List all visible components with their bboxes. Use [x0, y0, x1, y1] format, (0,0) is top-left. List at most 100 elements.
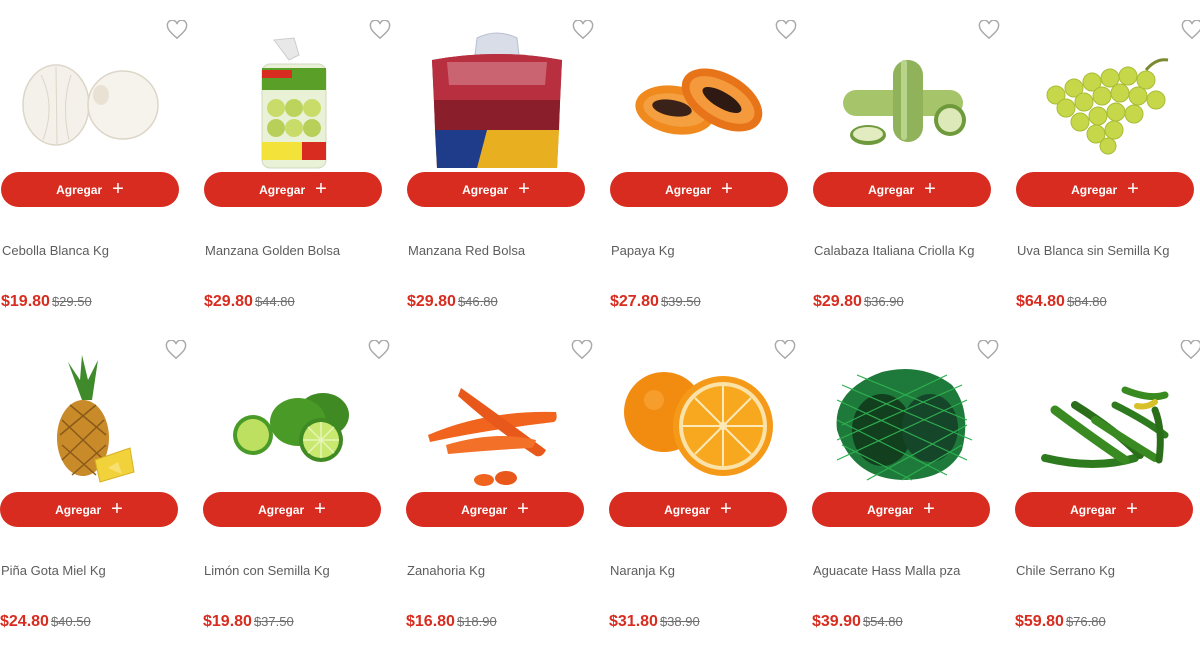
product-name[interactable]: Zanahoria Kg [407, 563, 485, 578]
product-card: Agregar + Limón con Semilla Kg $19.80 $37.… [203, 320, 393, 640]
product-name[interactable]: Cebolla Blanca Kg [2, 243, 109, 258]
golden-apple-bag-image[interactable] [204, 30, 382, 170]
current-price: $29.80 [407, 293, 456, 310]
original-price: $37.50 [253, 614, 294, 629]
add-to-cart-button[interactable]: Agregar + [0, 492, 178, 527]
add-button-label: Agregar [461, 502, 508, 517]
add-button-label: Agregar [259, 182, 306, 197]
add-to-cart-button[interactable]: Agregar + [1, 172, 179, 207]
product-name[interactable]: Limón con Semilla Kg [204, 563, 330, 578]
add-button-label: Agregar [867, 502, 914, 517]
current-price: $29.80 [813, 293, 862, 310]
current-price: $19.80 [1, 293, 50, 310]
price-row: $24.80 $40.50 [0, 613, 91, 631]
plus-icon: + [720, 497, 732, 520]
plus-icon: + [923, 497, 935, 520]
product-name[interactable]: Chile Serrano Kg [1016, 563, 1115, 578]
price-row: $39.90 $54.80 [812, 613, 903, 631]
add-to-cart-button[interactable]: Agregar + [609, 492, 787, 527]
pineapple-image[interactable] [0, 350, 178, 490]
add-to-cart-button[interactable]: Agregar + [203, 492, 381, 527]
product-card: Agregar + Piña Gota Miel Kg $24.80 $40.50 [0, 320, 190, 640]
add-button-label: Agregar [462, 182, 509, 197]
plus-icon: + [1126, 497, 1138, 520]
add-to-cart-button[interactable]: Agregar + [1015, 492, 1193, 527]
add-button-label: Agregar [1070, 502, 1117, 517]
product-grid: Agregar + Cebolla Blanca Kg $19.80 $29.50 … [0, 0, 1200, 646]
add-to-cart-button[interactable]: Agregar + [204, 172, 382, 207]
product-name[interactable]: Calabaza Italiana Criolla Kg [814, 243, 974, 258]
add-button-label: Agregar [1071, 182, 1118, 197]
add-to-cart-button[interactable]: Agregar + [407, 172, 585, 207]
product-name[interactable]: Manzana Golden Bolsa [205, 243, 340, 258]
current-price: $16.80 [406, 613, 455, 630]
original-price: $29.50 [51, 294, 92, 309]
price-row: $64.80 $84.80 [1016, 293, 1107, 311]
price-row: $59.80 $76.80 [1015, 613, 1106, 631]
price-row: $16.80 $18.90 [406, 613, 497, 631]
price-row: $31.80 $38.90 [609, 613, 700, 631]
product-name[interactable]: Uva Blanca sin Semilla Kg [1017, 243, 1169, 258]
current-price: $59.80 [1015, 613, 1064, 630]
current-price: $29.80 [204, 293, 253, 310]
original-price: $84.80 [1066, 294, 1107, 309]
product-card: Agregar + Zanahoria Kg $16.80 $18.90 [406, 320, 596, 640]
add-to-cart-button[interactable]: Agregar + [813, 172, 991, 207]
product-card: Agregar + Uva Blanca sin Semilla Kg $64.8… [1016, 0, 1200, 320]
current-price: $64.80 [1016, 293, 1065, 310]
plus-icon: + [112, 177, 124, 200]
product-name[interactable]: Piña Gota Miel Kg [1, 563, 106, 578]
product-card: Agregar + Manzana Golden Bolsa $29.80 $44.… [204, 0, 394, 320]
product-name[interactable]: Naranja Kg [610, 563, 675, 578]
original-price: $46.80 [457, 294, 498, 309]
product-name[interactable]: Manzana Red Bolsa [408, 243, 525, 258]
product-card: Agregar + Cebolla Blanca Kg $19.80 $29.50 [1, 0, 191, 320]
original-price: $40.50 [50, 614, 91, 629]
orange-image[interactable] [609, 350, 787, 490]
plus-icon: + [924, 177, 936, 200]
onion-image[interactable] [1, 30, 179, 170]
add-button-label: Agregar [55, 502, 102, 517]
add-to-cart-button[interactable]: Agregar + [1016, 172, 1194, 207]
papaya-image[interactable] [610, 30, 788, 170]
product-name[interactable]: Aguacate Hass Malla pza [813, 563, 960, 578]
plus-icon: + [518, 177, 530, 200]
add-to-cart-button[interactable]: Agregar + [812, 492, 990, 527]
product-card: Agregar + Aguacate Hass Malla pza $39.90 $… [812, 320, 1002, 640]
red-apple-bag-image[interactable] [407, 30, 585, 170]
product-card: Agregar + Manzana Red Bolsa $29.80 $46.80 [407, 0, 597, 320]
zucchini-image[interactable] [813, 30, 991, 170]
current-price: $39.90 [812, 613, 861, 630]
add-to-cart-button[interactable]: Agregar + [406, 492, 584, 527]
price-row: $29.80 $36.90 [813, 293, 904, 311]
add-button-label: Agregar [665, 182, 712, 197]
original-price: $38.90 [659, 614, 700, 629]
product-card: Agregar + Papaya Kg $27.80 $39.50 [610, 0, 800, 320]
price-row: $19.80 $29.50 [1, 293, 92, 311]
original-price: $54.80 [862, 614, 903, 629]
add-button-label: Agregar [664, 502, 711, 517]
lime-image[interactable] [203, 350, 381, 490]
white-grape-image[interactable] [1016, 30, 1194, 170]
original-price: $39.50 [660, 294, 701, 309]
plus-icon: + [314, 497, 326, 520]
plus-icon: + [315, 177, 327, 200]
add-to-cart-button[interactable]: Agregar + [610, 172, 788, 207]
price-row: $19.80 $37.50 [203, 613, 294, 631]
price-row: $29.80 $44.80 [204, 293, 295, 311]
plus-icon: + [111, 497, 123, 520]
avocado-mesh-image[interactable] [812, 350, 990, 490]
plus-icon: + [1127, 177, 1139, 200]
plus-icon: + [721, 177, 733, 200]
original-price: $36.90 [863, 294, 904, 309]
plus-icon: + [517, 497, 529, 520]
add-button-label: Agregar [56, 182, 103, 197]
serrano-pepper-image[interactable] [1015, 350, 1193, 490]
carrot-image[interactable] [406, 350, 584, 490]
original-price: $18.90 [456, 614, 497, 629]
price-row: $29.80 $46.80 [407, 293, 498, 311]
product-name[interactable]: Papaya Kg [611, 243, 675, 258]
current-price: $31.80 [609, 613, 658, 630]
add-button-label: Agregar [868, 182, 915, 197]
price-row: $27.80 $39.50 [610, 293, 701, 311]
